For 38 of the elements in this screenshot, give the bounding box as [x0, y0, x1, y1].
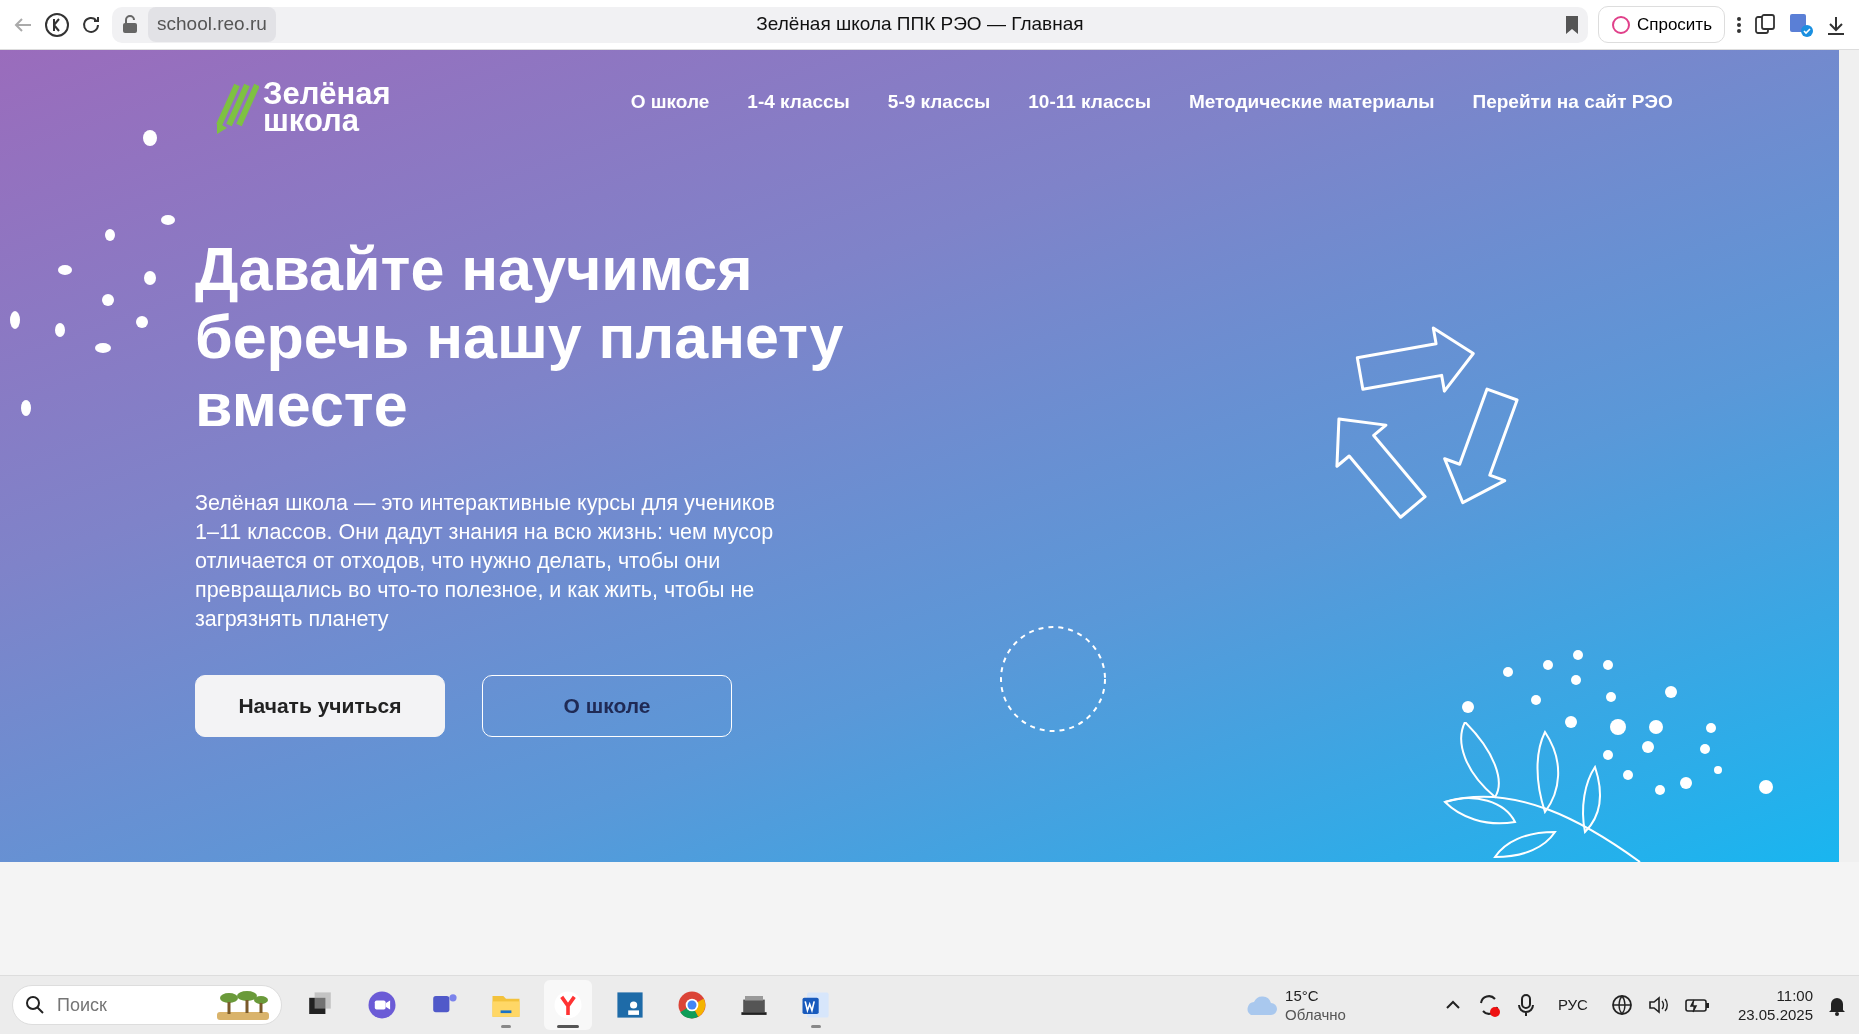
nav-link[interactable]: 10-11 классы: [1028, 88, 1151, 117]
clock-date: 23.05.2025: [1737, 1005, 1813, 1024]
nav-link[interactable]: 1-4 классы: [747, 88, 850, 117]
ask-button[interactable]: Спросить: [1597, 5, 1725, 44]
microphone-icon[interactable]: [1515, 993, 1536, 1017]
search-box[interactable]: Поиск: [12, 985, 282, 1025]
pages-icon[interactable]: [1753, 12, 1777, 37]
weather-temperature: 15°C: [1285, 986, 1320, 1005]
nav-link[interactable]: 5-9 классы: [887, 88, 991, 117]
clock-time: 11:00: [1775, 986, 1813, 1005]
address-field[interactable]: school.reo.ru: [148, 7, 276, 42]
about-button[interactable]: О школе: [482, 675, 732, 737]
weather-widget[interactable]: 15°C Облачно: [1243, 986, 1346, 1024]
logo-text: Зелёная: [263, 81, 391, 108]
language-indicator[interactable]: РУС: [1549, 993, 1596, 1017]
nav-link[interactable]: Перейти на сайт РЭО: [1472, 88, 1673, 117]
hero-description: Зелёная школа — это интерактивные курсы для учеников 1–11 классов. Они дадут знания на всю жизнь: чем мусор отличается от отходов, что нужно делать, чтобы они превращались во что-то полезное, и как жить, чтобы не загрязнять планету: [195, 490, 776, 633]
browser-logo-icon[interactable]: [44, 11, 70, 38]
clock[interactable]: 11:00 23.05.2025: [1737, 986, 1813, 1024]
nav-link[interactable]: Методические материалы: [1188, 88, 1435, 117]
site-logo[interactable]: Зелёная школа: [215, 80, 391, 135]
lock-icon: [120, 14, 140, 35]
chat-icon: [1610, 14, 1631, 35]
trees-icon: [217, 990, 269, 1020]
logo-text: школа: [263, 107, 360, 134]
nav-link[interactable]: О школе: [630, 88, 710, 117]
search-field[interactable]: Поиск: [55, 990, 207, 1020]
start-button[interactable]: Начать учиться: [195, 675, 445, 737]
hero-heading: Давайте научимся беречь нашу планету вместе: [195, 235, 844, 439]
globe-icon[interactable]: [1609, 993, 1634, 1017]
taskbar-app[interactable]: [544, 980, 592, 1030]
search-icon: [25, 995, 45, 1015]
page-title: Зелёная школа ППК РЭО — Главная: [756, 13, 1084, 35]
battery-icon[interactable]: [1683, 996, 1710, 1014]
weather-condition: Облачно: [1285, 1005, 1346, 1024]
scrollbar[interactable]: [1839, 50, 1859, 862]
bookmark-icon[interactable]: [1563, 14, 1580, 35]
speaker-icon[interactable]: [1647, 995, 1670, 1015]
